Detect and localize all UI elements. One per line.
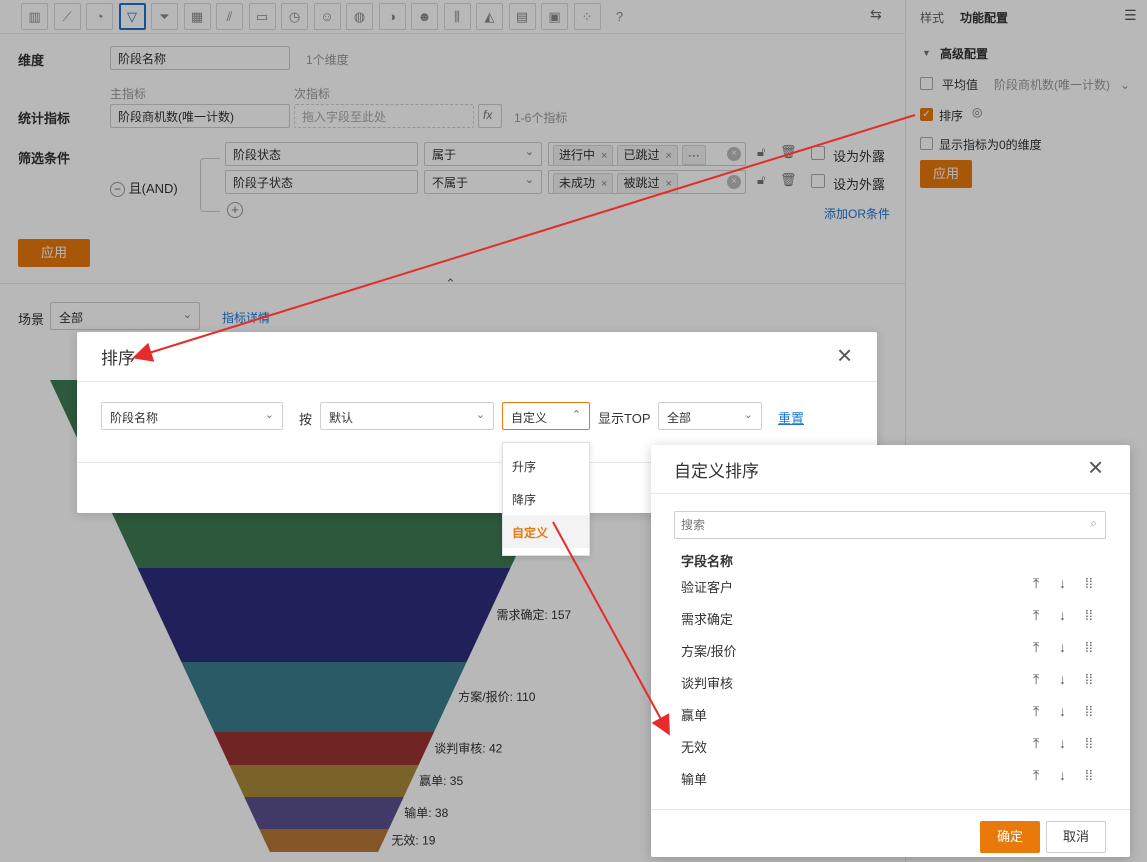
list-item-label: 验证客户 [681,580,734,595]
top-label: 显示TOP [598,411,651,426]
list-item-label: 输单 [681,772,708,787]
confirm-button[interactable]: 确定 [980,821,1040,853]
close-icon[interactable]: × [1088,454,1103,480]
move-top-icon[interactable]: ⤒ [1033,703,1039,720]
reset-link[interactable]: 重置 [778,408,804,427]
list-item[interactable]: 谈判审核 ⤒ ↓ ⁞⁞ [681,665,1101,697]
search-icon: ⌕ [1090,516,1097,530]
by-label: 按 [299,412,313,427]
list-item-label: 赢单 [681,708,708,723]
move-top-icon[interactable]: ⤒ [1033,767,1039,784]
list-item[interactable]: 赢单 ⤒ ↓ ⁞⁞ [681,697,1101,729]
modal-divider [651,493,1130,494]
sort-modal-title: 排序 [101,349,135,368]
move-down-icon[interactable]: ↓ [1059,703,1066,719]
option-descending[interactable]: 降序 [503,482,589,515]
move-down-icon[interactable]: ↓ [1059,639,1066,655]
chevron-down-icon: ⌄ [743,409,753,421]
move-down-icon[interactable]: ↓ [1059,671,1066,687]
top-select[interactable]: 全部 ⌄ [658,402,762,430]
drag-handle-icon[interactable]: ⁞⁞ [1085,607,1093,623]
list-item-label: 无效 [681,740,708,755]
search-input[interactable]: ⌕ [674,511,1106,539]
drag-handle-icon[interactable]: ⁞⁞ [1085,735,1093,751]
list-item[interactable]: 需求确定 ⤒ ↓ ⁞⁞ [681,601,1101,633]
list-item[interactable]: 方案/报价 ⤒ ↓ ⁞⁞ [681,633,1101,665]
move-top-icon[interactable]: ⤒ [1033,639,1039,656]
list-item[interactable]: 输单 ⤒ ↓ ⁞⁞ [681,761,1101,793]
move-down-icon[interactable]: ↓ [1059,767,1066,783]
move-top-icon[interactable]: ⤒ [1033,671,1039,688]
modal-footer-divider [651,809,1130,810]
move-top-icon[interactable]: ⤒ [1033,607,1039,624]
chevron-up-icon: ⌃ [571,409,581,421]
list-item-label: 谈判审核 [681,676,734,691]
search-text[interactable] [681,513,1061,537]
move-down-icon[interactable]: ↓ [1059,575,1066,591]
modal-divider [77,381,877,382]
sort-order-dropdown: 升序 降序 自定义 [502,442,590,556]
list-item-label: 需求确定 [681,612,734,627]
custom-sort-modal: 自定义排序 × ⌕ 字段名称 验证客户 ⤒ ↓ ⁞⁞ 需求确定 ⤒ ↓ ⁞⁞ 方案/报价 ⤒ ↓ ⁞⁞… [651,445,1130,857]
sort-field-select[interactable]: 阶段名称 ⌄ [101,402,283,430]
sort-order-select[interactable]: 自定义 ⌃ [502,402,590,430]
move-top-icon[interactable]: ⤒ [1033,575,1039,592]
option-custom[interactable]: 自定义 [503,515,589,548]
move-top-icon[interactable]: ⤒ [1033,735,1039,752]
close-icon[interactable]: × [837,342,852,368]
move-down-icon[interactable]: ↓ [1059,607,1066,623]
drag-handle-icon[interactable]: ⁞⁞ [1085,671,1093,687]
drag-handle-icon[interactable]: ⁞⁞ [1085,575,1093,591]
list-item[interactable]: 验证客户 ⤒ ↓ ⁞⁞ [681,569,1101,601]
chevron-down-icon: ⌄ [264,409,274,421]
drag-handle-icon[interactable]: ⁞⁞ [1085,639,1093,655]
sort-by-select[interactable]: 默认 ⌄ [320,402,494,430]
option-ascending[interactable]: 升序 [503,449,589,482]
move-down-icon[interactable]: ↓ [1059,735,1066,751]
drag-handle-icon[interactable]: ⁞⁞ [1085,767,1093,783]
chevron-down-icon: ⌄ [475,409,485,421]
list-item-label: 方案/报价 [681,644,737,659]
custom-sort-title: 自定义排序 [674,462,759,481]
column-header: 字段名称 [681,554,734,569]
list-item[interactable]: 无效 ⤒ ↓ ⁞⁞ [681,729,1101,761]
drag-handle-icon[interactable]: ⁞⁞ [1085,703,1093,719]
cancel-button[interactable]: 取消 [1046,821,1106,853]
